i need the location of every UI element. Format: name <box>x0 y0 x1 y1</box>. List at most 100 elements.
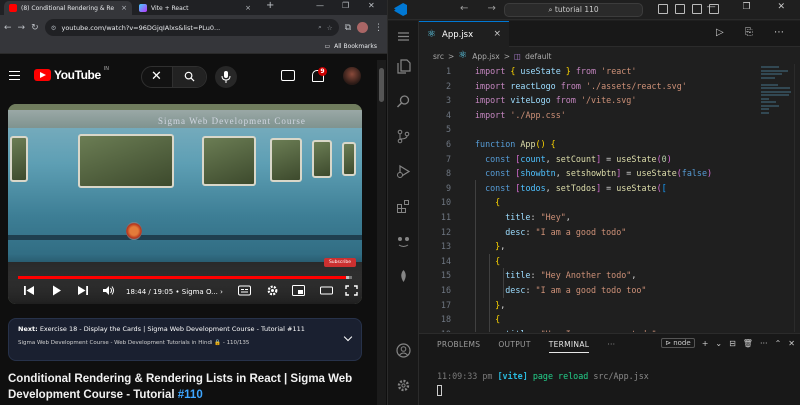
controls-gradient <box>8 254 362 304</box>
video-progress-bar[interactable] <box>18 276 352 279</box>
extensions-icon[interactable]: ⧉ <box>345 23 351 33</box>
search-icon[interactable] <box>396 94 411 109</box>
search-icon <box>184 71 195 82</box>
voice-search-button[interactable] <box>215 66 237 88</box>
tab-problems[interactable]: PROBLEMS <box>437 340 480 353</box>
close-tab-icon[interactable]: × <box>240 4 251 12</box>
code-line: 17 }, <box>419 298 759 313</box>
create-video-icon[interactable] <box>281 70 295 81</box>
toggle-panel-icon[interactable] <box>675 4 685 14</box>
miniplayer-icon[interactable] <box>292 285 305 296</box>
split-terminal-icon[interactable]: ⊟ <box>729 339 736 348</box>
microphone-icon <box>221 71 231 83</box>
new-tab-button[interactable]: + <box>266 0 274 11</box>
line-number: 19 <box>419 327 451 332</box>
activity-bar <box>388 21 419 405</box>
command-center-search[interactable]: ⌕ tutorial 110 <box>504 3 643 17</box>
terminal-cursor[interactable] <box>437 385 442 396</box>
manage-gear-icon[interactable] <box>396 378 411 393</box>
profile-avatar[interactable] <box>357 22 368 33</box>
page-scrollbar-thumb[interactable] <box>379 68 384 102</box>
new-terminal-button[interactable]: + <box>702 339 709 348</box>
maximize-panel-icon[interactable]: ⌃ <box>775 339 782 348</box>
terminal-selector[interactable]: ⊳ node <box>661 338 695 348</box>
editor-scrollbar[interactable] <box>794 64 800 332</box>
browser-menu-icon[interactable]: ⋮ <box>374 23 383 33</box>
settings-gear-icon[interactable] <box>266 285 279 296</box>
train-window <box>10 136 28 182</box>
next-icon[interactable] <box>76 285 89 296</box>
code-editor[interactable]: 1 import { useState } from 'react' 2 impor… <box>419 64 800 332</box>
extensions-icon[interactable] <box>396 199 411 214</box>
editor-tab-app-jsx[interactable]: ⚛ App.jsx × <box>419 21 509 47</box>
reload-button[interactable]: ↻ <box>31 23 39 33</box>
tab-output[interactable]: OUTPUT <box>498 340 530 353</box>
play-icon[interactable] <box>50 285 63 296</box>
playlist-name: Sigma Web Development Course - Web Devel… <box>18 340 213 346</box>
terminal-dropdown-icon[interactable]: ⌄ <box>715 339 722 348</box>
panel-more-icon[interactable]: ··· <box>760 339 768 348</box>
video-title-hashtag[interactable]: #110 <box>178 389 203 401</box>
account-avatar[interactable] <box>343 67 361 85</box>
code-line: 7 const [count, setCount] = useState(0) <box>419 152 759 167</box>
all-bookmarks-link[interactable]: All Bookmarks <box>334 43 377 50</box>
kill-terminal-icon[interactable]: 🗑 <box>743 339 753 348</box>
account-icon[interactable] <box>396 343 411 358</box>
video-player[interactable]: Sigma Web Development Course Subscribe 1… <box>8 104 362 304</box>
close-tab-icon[interactable]: × <box>116 4 127 12</box>
editor-actions[interactable]: ▷ ⎘ ⋯ <box>716 27 793 38</box>
captions-icon[interactable] <box>238 285 251 296</box>
code-line: 5 <box>419 122 759 137</box>
menu-icon[interactable] <box>396 29 411 44</box>
bookmark-star-icon[interactable]: ☆ <box>327 24 333 32</box>
fullscreen-icon[interactable] <box>345 285 358 296</box>
close-window-button[interactable]: ✕ <box>368 1 375 10</box>
close-panel-icon[interactable]: ✕ <box>788 339 795 348</box>
panel-more-tabs[interactable]: ··· <box>607 340 615 353</box>
previous-icon[interactable] <box>23 285 36 296</box>
maximize-button[interactable]: ❐ <box>342 1 349 10</box>
source-control-icon[interactable] <box>396 129 411 144</box>
train-window <box>202 136 256 186</box>
minimap[interactable] <box>761 66 791 126</box>
up-next-title: Exercise 18 - Display the Cards | Sigma … <box>39 325 305 333</box>
vscode-window-controls[interactable]: — ❐ ✕ <box>707 2 797 12</box>
subscribe-watermark[interactable]: Subscribe <box>324 258 356 267</box>
forward-button[interactable]: → <box>18 23 26 33</box>
chapter-title[interactable]: Sigma O... <box>182 288 218 296</box>
address-bar[interactable]: ⚙ youtube.com/watch?v=96DGjqIAlxs&list=P… <box>44 19 339 36</box>
mongodb-leaf-icon[interactable] <box>396 269 411 284</box>
back-button[interactable]: ← <box>4 23 12 33</box>
minimize-button[interactable]: — <box>316 1 324 10</box>
explorer-icon[interactable] <box>396 59 411 74</box>
tab-terminal[interactable]: TERMINAL <box>548 340 590 353</box>
breadcrumb-folder[interactable]: src <box>433 52 444 61</box>
hamburger-menu-icon[interactable] <box>9 71 20 80</box>
train-window <box>312 140 332 178</box>
site-info-icon[interactable]: ⚙ <box>51 24 57 32</box>
remote-explorer-icon[interactable] <box>396 234 411 249</box>
zoom-icon[interactable]: ⌕ <box>318 23 322 32</box>
code-line: 13 }, <box>419 239 759 254</box>
history-navigation[interactable]: ← → <box>460 3 504 14</box>
breadcrumb-file[interactable]: App.jsx <box>472 52 499 61</box>
line-number: 10 <box>440 197 451 208</box>
search-button[interactable] <box>172 67 206 87</box>
toggle-sidebar-icon[interactable] <box>658 4 668 14</box>
theater-mode-icon[interactable] <box>320 285 333 296</box>
browser-tab-vite[interactable]: Vite + React × <box>134 1 256 15</box>
up-next-prefix: Next: <box>18 325 38 333</box>
volume-icon[interactable] <box>102 285 115 296</box>
line-number: 14 <box>440 255 451 266</box>
clear-search-icon[interactable]: ✕ <box>151 69 162 84</box>
breadcrumb-symbol[interactable]: default <box>525 52 551 61</box>
up-next-card[interactable]: Next: Exercise 18 - Display the Cards | … <box>8 318 362 361</box>
run-debug-icon[interactable] <box>396 164 411 179</box>
search-box[interactable]: ✕ <box>141 66 207 88</box>
page-scrollbar[interactable] <box>377 60 386 405</box>
youtube-logo[interactable]: YouTube IN <box>34 66 109 82</box>
browser-tab-youtube[interactable]: (8) Conditional Rendering & Re × <box>4 1 132 15</box>
browser-tab-vite-label: Vite + React <box>151 4 189 12</box>
close-editor-icon[interactable]: × <box>493 29 501 39</box>
toggle-secondary-sidebar-icon[interactable] <box>692 4 702 14</box>
